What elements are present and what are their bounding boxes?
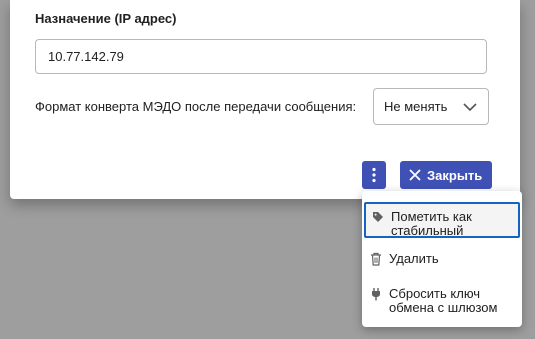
more-options-button[interactable] [362, 161, 386, 189]
more-vertical-icon [372, 167, 376, 183]
trash-icon [371, 252, 381, 266]
format-select[interactable]: Не менять [373, 88, 489, 125]
menu-item-mark-stable[interactable]: Пометить как стабильный [364, 202, 520, 238]
dialog: Назначение (IP адрес) 10.77.142.79 Форма… [10, 0, 520, 199]
chevron-down-icon [463, 103, 477, 112]
context-menu: Пометить как стабильный Удалить Сбросить… [362, 191, 522, 327]
menu-item-label: Удалить [389, 251, 439, 266]
menu-item-label: Сбросить ключ обмена с шлюзом [389, 286, 498, 315]
ip-address-input[interactable]: 10.77.142.79 [35, 39, 487, 74]
menu-item-delete[interactable]: Удалить [362, 252, 522, 270]
tag-icon [373, 212, 383, 222]
format-select-value: Не менять [384, 99, 448, 114]
destination-label: Назначение (IP адрес) [35, 11, 177, 26]
plug-icon [372, 288, 380, 301]
menu-item-reset-key[interactable]: Сбросить ключ обмена с шлюзом [362, 287, 522, 317]
close-icon [409, 169, 421, 181]
close-button[interactable]: Закрыть [400, 161, 492, 189]
menu-item-label: Пометить как стабильный [391, 209, 472, 238]
close-button-label: Закрыть [427, 167, 483, 183]
format-label: Формат конверта МЭДО после передачи сооб… [35, 99, 357, 114]
